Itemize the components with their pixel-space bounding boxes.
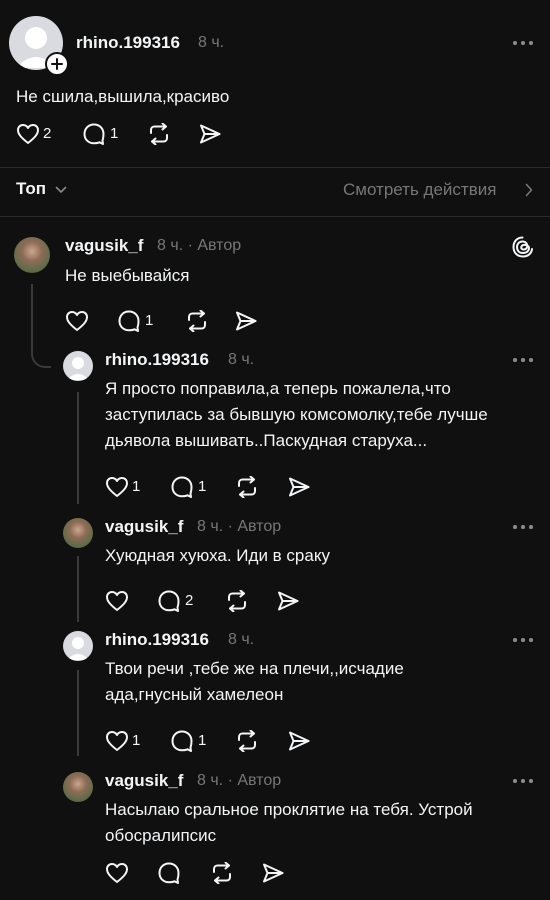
- comment-text: Твои речи ,тебе же на плечи,,исчадие ада…: [105, 659, 404, 704]
- comment-text: Насылаю сральное проклятие на тебя. Устр…: [105, 800, 473, 845]
- thread-line: [77, 392, 79, 504]
- repost-icon[interactable]: [185, 310, 209, 332]
- avatar[interactable]: [63, 772, 93, 802]
- comment-username[interactable]: vagusik_f: [105, 771, 183, 791]
- threads-logo-icon: [512, 236, 533, 258]
- like-count: 1: [132, 732, 141, 749]
- comment-meta: 8 ч. · Автор: [157, 237, 242, 254]
- send-icon[interactable]: [235, 311, 257, 331]
- send-icon[interactable]: [199, 124, 221, 144]
- reply-count: 2: [185, 592, 194, 609]
- send-icon[interactable]: [288, 477, 310, 497]
- heart-icon[interactable]: [105, 590, 129, 612]
- repost-icon[interactable]: [235, 730, 259, 752]
- view-activity-link[interactable]: Смотреть действия: [343, 180, 496, 200]
- reply-count: 1: [110, 125, 119, 142]
- comment-bubble-icon[interactable]: [158, 862, 180, 884]
- avatar[interactable]: [14, 237, 50, 273]
- reply-count: 1: [145, 312, 154, 329]
- reply-count: 1: [198, 732, 207, 749]
- thread-line: [77, 670, 79, 756]
- send-icon[interactable]: [262, 863, 284, 883]
- heart-icon[interactable]: [105, 476, 129, 498]
- repost-icon[interactable]: [147, 123, 171, 145]
- more-icon[interactable]: [513, 524, 533, 530]
- comment-meta: 8 ч. · Автор: [197, 772, 282, 789]
- avatar[interactable]: [63, 631, 93, 661]
- comment-bubble-icon[interactable]: [118, 310, 140, 332]
- like-count: 1: [132, 478, 141, 495]
- send-icon[interactable]: [288, 731, 310, 751]
- more-icon[interactable]: [513, 637, 533, 643]
- comment-text: Хуюдная хуюха. Иди в сраку: [105, 546, 330, 565]
- repost-icon[interactable]: [225, 590, 249, 612]
- sort-label: Топ: [16, 179, 46, 198]
- more-icon[interactable]: [513, 40, 533, 46]
- heart-icon[interactable]: [105, 730, 129, 752]
- post-text: Не сшила,вышила,красиво: [16, 87, 230, 106]
- comment-bubble-icon[interactable]: [158, 590, 180, 612]
- repost-icon[interactable]: [210, 862, 234, 884]
- more-icon[interactable]: [513, 357, 533, 363]
- send-icon[interactable]: [277, 591, 299, 611]
- thread-connector: [31, 330, 51, 368]
- comment-text: Не выебывайся: [65, 266, 190, 285]
- comment-text: Я просто поправила,а теперь пожалела,что…: [105, 379, 488, 450]
- comment-bubble-icon[interactable]: [83, 123, 105, 145]
- follow-plus-icon[interactable]: [45, 52, 69, 76]
- comment-bubble-icon[interactable]: [171, 476, 193, 498]
- post-username[interactable]: rhino.199316: [76, 33, 180, 53]
- comment-username[interactable]: rhino.199316: [105, 630, 209, 650]
- divider: [0, 216, 550, 217]
- avatar[interactable]: [63, 351, 93, 381]
- avatar[interactable]: [63, 518, 93, 548]
- more-icon[interactable]: [513, 778, 533, 784]
- sort-dropdown[interactable]: Топ: [16, 179, 46, 201]
- thread-line: [77, 556, 79, 622]
- heart-icon[interactable]: [65, 310, 89, 332]
- comment-meta: 8 ч. · Автор: [197, 518, 282, 535]
- chevron-down-icon[interactable]: [55, 185, 67, 195]
- reply-count: 1: [198, 478, 207, 495]
- comment-meta: 8 ч.: [228, 351, 255, 368]
- chevron-right-icon[interactable]: [524, 183, 534, 197]
- like-count: 2: [43, 125, 52, 142]
- heart-icon[interactable]: [16, 123, 40, 145]
- heart-icon[interactable]: [105, 862, 129, 884]
- post-time: 8 ч.: [198, 34, 225, 51]
- comment-meta: 8 ч.: [228, 631, 255, 648]
- comment-username[interactable]: vagusik_f: [65, 236, 143, 256]
- comment-bubble-icon[interactable]: [171, 730, 193, 752]
- comment-username[interactable]: rhino.199316: [105, 350, 209, 370]
- repost-icon[interactable]: [235, 476, 259, 498]
- comment-username[interactable]: vagusik_f: [105, 517, 183, 537]
- divider: [0, 167, 550, 168]
